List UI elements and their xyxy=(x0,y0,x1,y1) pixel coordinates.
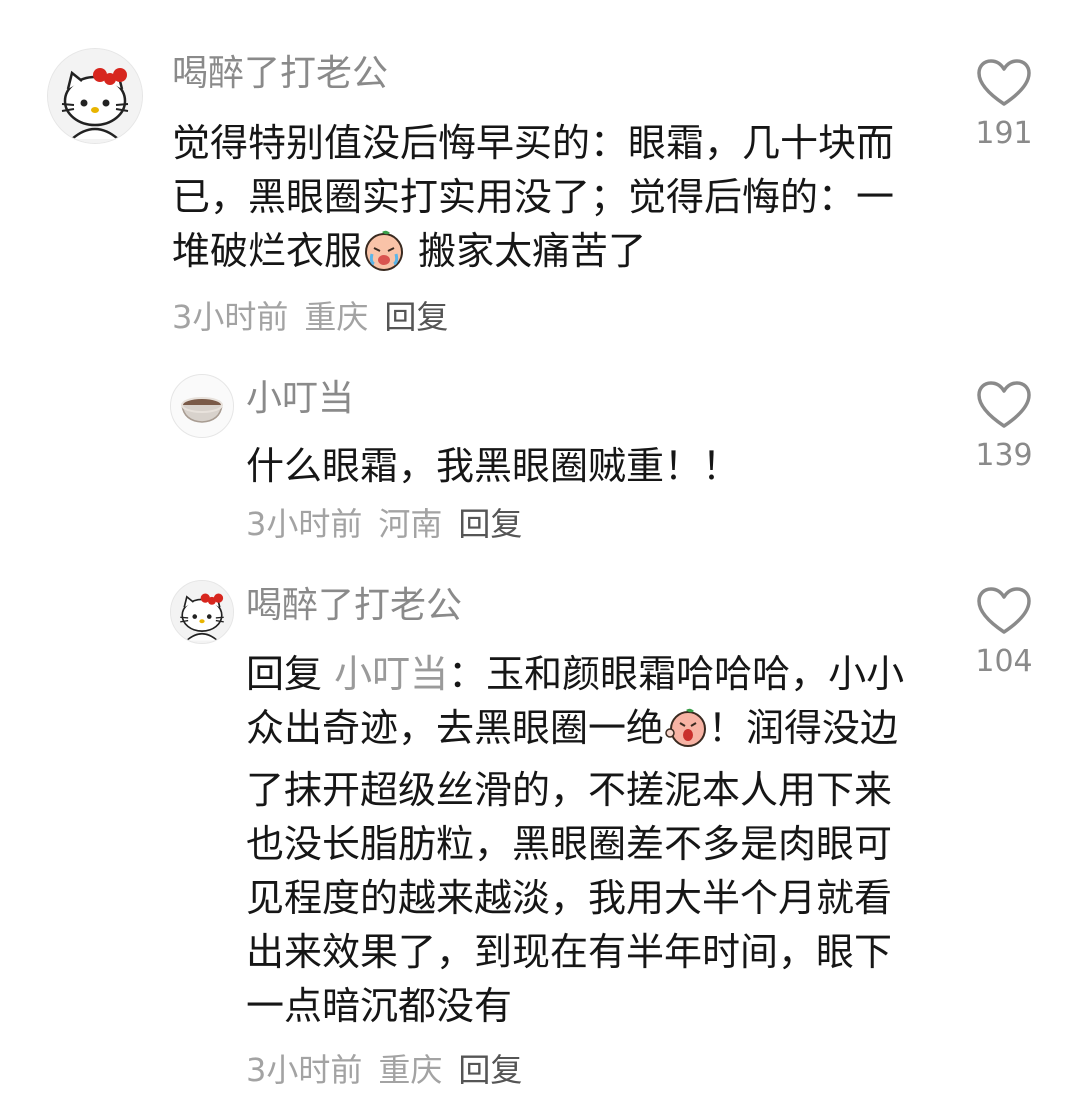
comment-username[interactable]: 喝醉了打老公 xyxy=(172,54,388,94)
comment-time: 3小时前 xyxy=(172,298,289,336)
heart-icon xyxy=(977,381,1031,428)
like-count: 191 xyxy=(975,116,1033,151)
reply-button[interactable]: 回复 xyxy=(458,1051,522,1089)
comment-time: 3小时前 xyxy=(246,505,363,543)
comment-text: 回复 小叮当：玉和颜眼霜哈哈哈，小小众出奇迹，去黑眼圈一绝 ！润得没边了抹开超级丝… xyxy=(246,647,906,1033)
user-avatar[interactable] xyxy=(170,580,234,644)
heart-icon xyxy=(977,59,1031,106)
comment-text: 觉得特别值没后悔早买的：眼霜，几十块而已，黑眼圈实打实用没了；觉得后悔的：一堆破… xyxy=(172,116,917,286)
comment-meta: 3小时前 河南 回复 xyxy=(246,504,522,544)
user-avatar[interactable] xyxy=(170,374,234,438)
comment-username[interactable]: 喝醉了打老公 xyxy=(246,586,462,626)
like-count: 139 xyxy=(975,438,1033,473)
reply-prefix: 回复 xyxy=(246,652,335,696)
comment-meta: 3小时前 重庆 回复 xyxy=(172,297,448,337)
reply-button[interactable]: 回复 xyxy=(384,298,448,336)
hello-kitty-avatar-icon xyxy=(48,49,142,143)
shouting-peach-emoji-icon xyxy=(664,705,708,763)
like-button[interactable]: 139 xyxy=(964,380,1044,474)
like-button[interactable]: 104 xyxy=(964,586,1044,680)
reply-button[interactable]: 回复 xyxy=(458,505,522,543)
like-button[interactable]: 191 xyxy=(964,58,1044,152)
like-count: 104 xyxy=(975,644,1033,679)
comment-meta: 3小时前 重庆 回复 xyxy=(246,1050,522,1090)
comment-text-part: 搬家太痛苦了 xyxy=(406,229,647,273)
comment-username[interactable]: 小叮当 xyxy=(246,379,354,419)
bowl-avatar-icon xyxy=(171,375,233,437)
comment-location: 河南 xyxy=(378,505,443,543)
hello-kitty-avatar-icon xyxy=(171,581,233,643)
comment-text: 什么眼霜，我黑眼圈贼重！！ xyxy=(246,444,741,488)
mention-link[interactable]: 小叮当 xyxy=(334,652,448,696)
comment-location: 重庆 xyxy=(378,1051,443,1089)
comment-text-part: ！润得没边了抹开超级丝滑的，不搓泥本人用下来也没长脂肪粒，黑眼圈差不多是肉眼可见… xyxy=(246,706,899,1028)
crying-peach-emoji-icon xyxy=(362,228,406,286)
comment-location: 重庆 xyxy=(304,298,369,336)
comment-time: 3小时前 xyxy=(246,1051,363,1089)
user-avatar[interactable] xyxy=(47,48,143,144)
heart-icon xyxy=(977,587,1031,634)
